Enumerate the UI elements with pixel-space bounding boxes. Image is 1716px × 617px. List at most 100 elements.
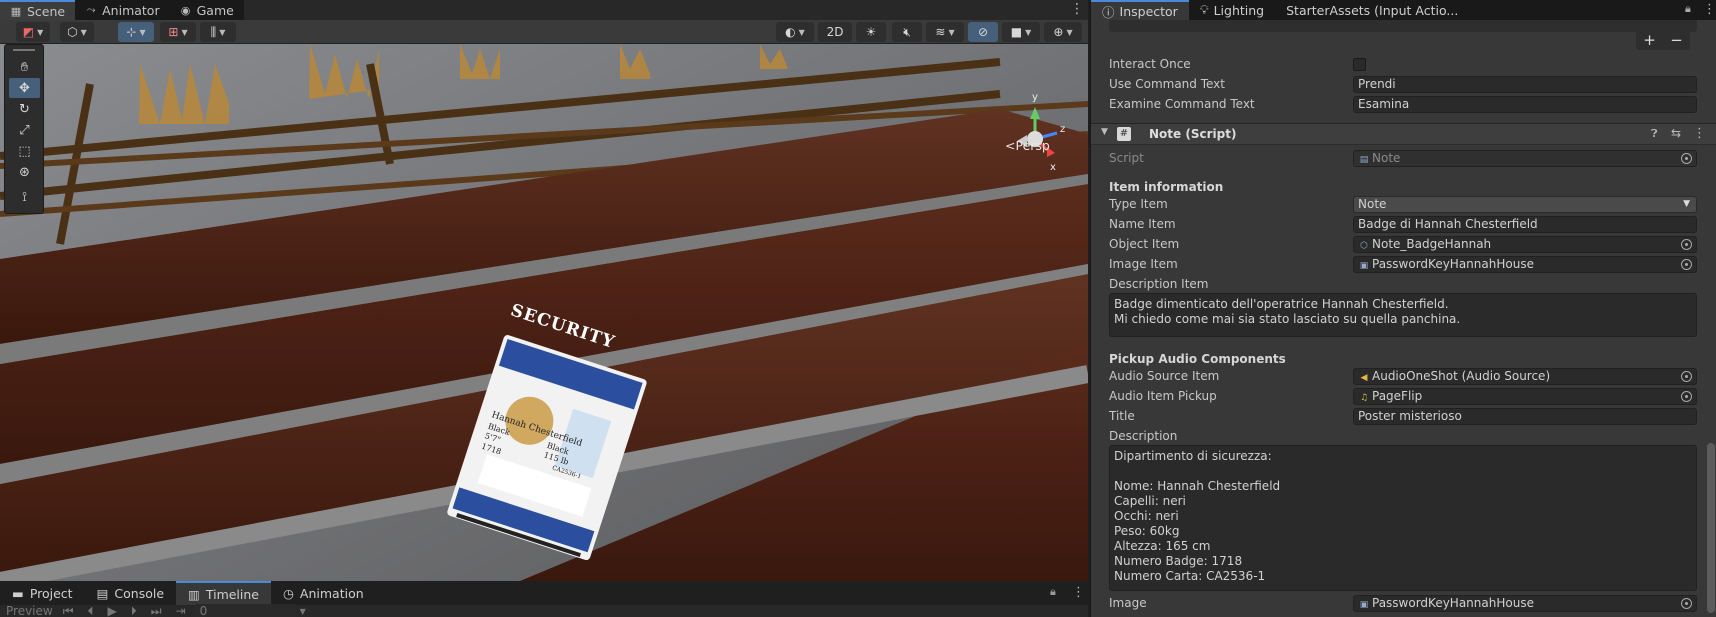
draw-mode-button[interactable]: ◩ ▼ xyxy=(16,22,50,42)
title-field[interactable]: Poster misterioso xyxy=(1353,408,1697,425)
tab-console[interactable]: ▤ Console xyxy=(85,581,176,605)
audio-pickup-field[interactable]: ♫ PageFlip xyxy=(1353,388,1697,405)
add-element-button[interactable]: + xyxy=(1643,31,1656,49)
remove-element-button[interactable]: − xyxy=(1670,31,1683,49)
chevron-down-icon: ▼ xyxy=(1025,27,1032,37)
object-picker-icon[interactable] xyxy=(1681,239,1692,250)
pivot-button[interactable]: ⊹ ▼ xyxy=(118,22,154,42)
foldout-arrow-icon[interactable]: ▼ xyxy=(1101,127,1108,137)
lighting-toggle-button[interactable]: ☀ xyxy=(856,22,886,42)
play-icon[interactable]: ▶ xyxy=(108,604,117,617)
custom-tool-button[interactable]: ⟟ xyxy=(9,187,40,207)
tab-timeline-label: Timeline xyxy=(205,586,259,602)
preset-icon[interactable]: ⇆ xyxy=(1671,126,1681,140)
effects-button[interactable]: ≋ ▼ xyxy=(926,22,964,42)
preview-button[interactable]: Preview xyxy=(6,604,53,617)
audio-toggle-button[interactable]: 🔇︎ xyxy=(892,22,922,42)
description-item-textarea[interactable]: Badge dimenticato dell'operatrice Hannah… xyxy=(1109,293,1697,337)
name-item-field[interactable]: Badge di Hannah Chesterfield xyxy=(1353,216,1697,233)
transform-tool-button[interactable]: ⊛ xyxy=(9,162,40,182)
toggle-2d-button[interactable]: 2D xyxy=(818,22,852,42)
title-value: Poster misterioso xyxy=(1358,409,1462,423)
scale-tool-button[interactable]: ⤢ xyxy=(9,120,40,140)
hand-icon: ✋︎ xyxy=(20,59,29,75)
object-picker-icon[interactable] xyxy=(1681,391,1692,402)
examine-command-field[interactable]: Esamina xyxy=(1353,96,1697,113)
type-item-dropdown[interactable]: Note ▼ xyxy=(1353,196,1697,213)
next-frame-icon[interactable]: ⏵ xyxy=(131,604,137,617)
tab-lighting[interactable]: 💡︎ Lighting xyxy=(1189,0,1275,20)
chevron-down-icon[interactable]: ▼ xyxy=(300,607,306,616)
increment-snap-button[interactable]: ⫼ ▼ xyxy=(200,22,236,42)
name-item-label: Name Item xyxy=(1109,217,1176,231)
clock-icon: ◷ xyxy=(283,585,294,601)
scene-toolbar: ◩ ▼ ⬡ ▼ ⊹ ▼ ⊞ ▼ ⫼ ▼ ◐ ▼ 2D ☀ 🔇︎ ≋ ▼ ⊘ ■ ▼ ⊕ ▼ xyxy=(0,20,1088,44)
audio-source-field[interactable]: ◀ AudioOneShot (Audio Source) xyxy=(1353,368,1697,385)
hidden-objects-button[interactable]: ⊘ xyxy=(968,22,998,42)
scene-more-icon[interactable]: ⋮ xyxy=(1070,2,1084,16)
last-frame-icon[interactable]: ⏭ xyxy=(151,604,162,617)
tab-timeline[interactable]: ▥ Timeline xyxy=(176,581,271,605)
object-item-field[interactable]: ⬡ Note_BadgeHannah xyxy=(1353,236,1697,253)
tab-animator[interactable]: ⤳ Animator xyxy=(75,0,169,20)
tab-scene[interactable]: ▦ Scene xyxy=(0,0,76,20)
chevron-down-icon: ▼ xyxy=(1066,27,1073,37)
rect-tool-button[interactable]: ⬚ xyxy=(9,141,40,161)
object-picker-icon[interactable] xyxy=(1681,371,1692,382)
audio-pickup-label: Audio Item Pickup xyxy=(1109,389,1217,403)
script-file-icon: ▤ xyxy=(1359,155,1369,165)
object-picker-icon[interactable] xyxy=(1681,598,1692,609)
first-frame-icon[interactable]: ⏮ xyxy=(63,604,74,617)
lock-icon[interactable]: 🔒︎ xyxy=(1050,585,1056,599)
help-icon[interactable]: ❓︎ xyxy=(1651,127,1658,141)
camera-button[interactable]: ■ ▼ xyxy=(1002,22,1040,42)
image-field[interactable]: ▣ PasswordKeyHannahHouse xyxy=(1353,595,1697,612)
object-picker-icon[interactable] xyxy=(1681,259,1692,270)
grid-snap-button[interactable]: ⊞ ▼ xyxy=(160,22,196,42)
transform-icon: ⊛ xyxy=(19,164,30,180)
tab-game[interactable]: ◉ Game xyxy=(170,0,244,20)
prev-frame-icon[interactable]: ⏴ xyxy=(88,604,94,617)
interact-once-checkbox[interactable] xyxy=(1353,58,1366,71)
drag-handle[interactable] xyxy=(13,49,35,51)
rotate-tool-button[interactable]: ↻ xyxy=(9,99,40,119)
tab-inspector[interactable]: ⓘ Inspector xyxy=(1091,0,1189,20)
perspective-toggle[interactable]: <Persp xyxy=(1005,138,1050,153)
sphere-icon: ◐ xyxy=(785,25,796,39)
tab-project[interactable]: ▬ Project xyxy=(0,581,85,605)
render-mode-button[interactable]: ◐ ▼ xyxy=(776,22,814,42)
script-value: Note xyxy=(1372,151,1401,165)
inspector-scrollbar[interactable] xyxy=(1707,443,1715,613)
component-more-icon[interactable]: ⋮ xyxy=(1693,126,1706,141)
tab-starterassets[interactable]: StarterAssets (Input Actio... xyxy=(1275,0,1469,20)
shading-button[interactable]: ⬡ ▼ xyxy=(60,22,94,42)
image-item-field[interactable]: ▣ PasswordKeyHannahHouse xyxy=(1353,256,1697,273)
note-component-header[interactable]: ▼ # Note (Script) ❓︎ ⇆ ⋮ xyxy=(1091,123,1716,145)
tab-animation[interactable]: ◷ Animation xyxy=(271,581,376,605)
prefab-icon: ⬡ xyxy=(1360,241,1368,251)
frame-input[interactable]: 0 xyxy=(195,604,296,617)
timeline-icon: ▥ xyxy=(188,586,200,602)
move-tool-button[interactable]: ✥ xyxy=(9,78,40,98)
eye-slash-icon: ⊘ xyxy=(977,25,989,39)
scene-viewport[interactable]: SECURITY Hannah Chesterfield Black Black… xyxy=(0,44,1088,581)
lock-icon[interactable]: 🔒︎ xyxy=(1685,2,1691,16)
image-item-value: PasswordKeyHannahHouse xyxy=(1372,257,1534,271)
inspector-panel: ⓘ Inspector 💡︎ Lighting StarterAssets (Inp… xyxy=(1090,0,1716,617)
hand-tool-button[interactable]: ✋︎ xyxy=(9,57,40,77)
layers-icon: ≋ xyxy=(935,25,946,39)
folder-icon: ▬ xyxy=(12,585,24,601)
type-item-value: Note xyxy=(1358,197,1387,211)
audio-source-label: Audio Source Item xyxy=(1109,369,1220,383)
gizmos-button[interactable]: ⊕ ▼ xyxy=(1044,22,1082,42)
bottom-more-icon[interactable]: ⋮ xyxy=(1072,585,1085,600)
list-add-remove: + − xyxy=(1636,30,1690,50)
inspector-tabbar: ⓘ Inspector 💡︎ Lighting StarterAssets (Inp… xyxy=(1091,0,1716,20)
chevron-down-icon: ▼ xyxy=(948,27,955,37)
description-textarea[interactable]: Dipartimento di sicurezza: Nome: Hannah … xyxy=(1109,445,1697,591)
loop-icon[interactable]: ⇥ xyxy=(176,604,186,617)
inspector-more-icon[interactable]: ⋮ xyxy=(1703,2,1716,17)
use-command-label: Use Command Text xyxy=(1109,77,1225,91)
examine-command-value: Esamina xyxy=(1358,97,1410,111)
use-command-field[interactable]: Prendi xyxy=(1353,76,1697,93)
